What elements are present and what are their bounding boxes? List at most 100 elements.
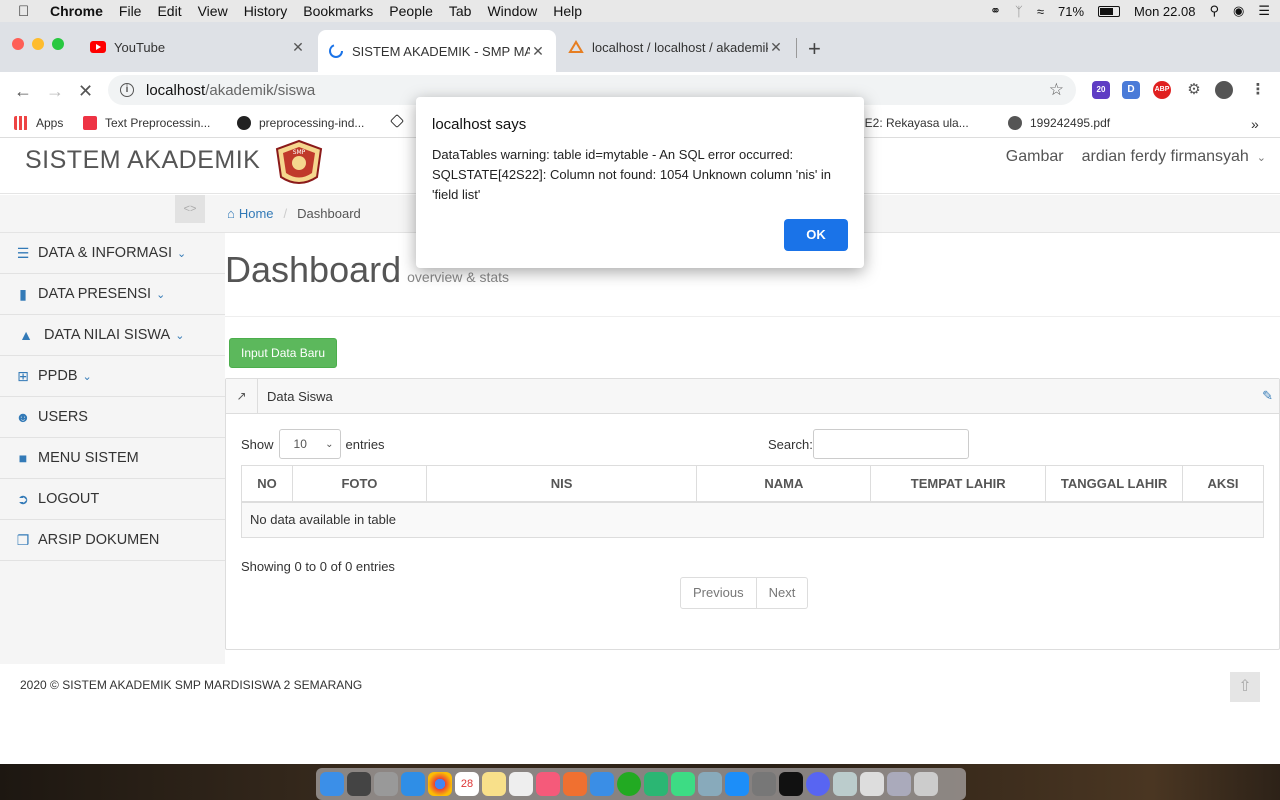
siri-icon[interactable]: ◉ (1233, 3, 1244, 19)
menu-edit[interactable]: Edit (157, 3, 181, 19)
alert-ok-button[interactable]: OK (784, 219, 848, 251)
menu-bookmarks[interactable]: Bookmarks (303, 3, 373, 19)
column-header-aksi[interactable]: AKSI (1182, 465, 1264, 503)
search-input[interactable] (812, 429, 969, 459)
discord-icon[interactable] (806, 772, 830, 796)
app-store-icon[interactable] (725, 772, 749, 796)
user-menu[interactable]: Gambar ardian ferdy firmansyah ⌄ (1006, 148, 1266, 166)
swift-icon[interactable] (563, 772, 587, 796)
input-data-baru-button[interactable]: Input Data Baru (229, 338, 338, 368)
progress-ring-icon[interactable] (617, 772, 641, 796)
bookmark-apps[interactable]: Apps (14, 116, 63, 130)
sidebar-item-data-informasi[interactable]: ☰ DATA & INFORMASI ⌄ (0, 233, 225, 274)
sidebar-toggle-button[interactable]: <> (175, 195, 205, 223)
bookmark-overflow-hidden[interactable] (389, 113, 410, 129)
battery-icon[interactable] (1098, 5, 1121, 17)
column-header-nama[interactable]: NAMA (696, 465, 872, 503)
creative-cloud-icon[interactable]: ⚭ (990, 3, 1001, 19)
system-preferences-icon[interactable] (752, 772, 776, 796)
sidebar-item-data-nilai-siswa[interactable]: ▲ DATA NILAI SISWA ⌄ (0, 315, 225, 356)
chrome-dock-icon[interactable] (428, 772, 452, 796)
tab-sistem-akademik[interactable]: SISTEM AKADEMIK - SMP MARDISISWA 2 SEMAR… (318, 30, 556, 72)
sidebar-item-users[interactable]: ☻ USERS (0, 397, 225, 438)
preview-icon[interactable] (833, 772, 857, 796)
bookmark-star-icon[interactable]: ☆ (1049, 80, 1064, 100)
clock[interactable]: Mon 22.08 (1134, 4, 1195, 19)
sidebar-item-menu-sistem[interactable]: ■ MENU SISTEM (0, 438, 225, 479)
column-header-no[interactable]: NO (241, 465, 293, 503)
stop-loading-icon[interactable]: ✕ (78, 81, 93, 102)
profile-avatar-icon[interactable] (1215, 81, 1233, 99)
atom-icon[interactable] (644, 772, 668, 796)
column-header-tanggal-lahir[interactable]: TANGGAL LAHIR (1045, 465, 1183, 503)
extension-cap-icon[interactable]: 20 (1092, 81, 1110, 99)
reminders-icon[interactable] (509, 772, 533, 796)
bookmark-text-preprocessing[interactable]: Text Preprocessin... (83, 116, 210, 130)
notes-icon[interactable] (482, 772, 506, 796)
next-page-button[interactable]: Next (756, 577, 809, 609)
breadcrumb-home-link[interactable]: Home (239, 206, 274, 221)
maximize-window-icon[interactable] (52, 38, 64, 50)
bookmark-re2[interactable]: RE2: Rekayasa ula... (856, 116, 969, 130)
siri-dock-icon[interactable] (347, 772, 371, 796)
screen-sharing-icon[interactable] (887, 772, 911, 796)
safari-icon[interactable] (401, 772, 425, 796)
menu-file[interactable]: File (119, 3, 142, 19)
edit-icon[interactable]: ✎ (1262, 388, 1273, 404)
finder-icon[interactable] (320, 772, 344, 796)
previous-page-button[interactable]: Previous (680, 577, 757, 609)
expand-icon[interactable]: ↗ (226, 379, 258, 414)
site-brand[interactable]: SISTEM AKADEMIK (25, 146, 260, 175)
adblock-plus-icon[interactable]: ABP (1153, 81, 1171, 99)
menu-history[interactable]: History (244, 3, 288, 19)
column-header-nis[interactable]: NIS (425, 465, 698, 503)
sidebar-item-logout[interactable]: ➲ LOGOUT (0, 479, 225, 520)
bookmark-preprocessing-ind[interactable]: preprocessing-ind... (237, 116, 364, 130)
column-header-tempat-lahir[interactable]: TEMPAT LAHIR (870, 465, 1047, 503)
extensions-puzzle-icon[interactable]: ⚙ (1185, 81, 1203, 99)
sidebar-item-data-presensi[interactable]: ▮ DATA PRESENSI ⌄ (0, 274, 225, 315)
wifi-icon[interactable]: ≈ (1037, 4, 1044, 19)
sidebar-item-ppdb[interactable]: ⊞ PPDB ⌄ (0, 356, 225, 397)
android-studio-icon[interactable] (671, 772, 695, 796)
apple-icon[interactable]:  (18, 3, 40, 20)
menu-help[interactable]: Help (553, 3, 582, 19)
tab-phpmyadmin[interactable]: localhost / localhost / akademik ✕ (558, 30, 794, 64)
entries-length-select[interactable]: 10 ⌄ (278, 429, 341, 459)
terminal-icon[interactable] (779, 772, 803, 796)
back-arrow-icon[interactable]: ← (14, 81, 32, 102)
textedit-icon[interactable] (860, 772, 884, 796)
scroll-to-top-arrow-icon[interactable]: ⇧ (1230, 672, 1260, 702)
menu-view[interactable]: View (198, 3, 228, 19)
menu-tab[interactable]: Tab (449, 3, 472, 19)
tab-youtube[interactable]: YouTube ✕ (80, 30, 316, 64)
menu-window[interactable]: Window (487, 3, 537, 19)
menu-app-chrome[interactable]: Chrome (50, 3, 103, 19)
close-tab-icon[interactable]: ✕ (290, 39, 306, 56)
xcode-icon[interactable] (590, 772, 614, 796)
plus-square-icon: ⊞ (17, 367, 29, 384)
bluetooth-icon[interactable]: ᛉ (1015, 4, 1023, 19)
bookmarks-overflow-icon[interactable]: » (1251, 116, 1259, 132)
close-window-icon[interactable] (12, 38, 24, 50)
launchpad-icon[interactable] (374, 772, 398, 796)
menu-people[interactable]: People (389, 3, 433, 19)
music-icon[interactable] (536, 772, 560, 796)
bookmark-pdf[interactable]: 199242495.pdf (1008, 116, 1110, 130)
chrome-menu-icon[interactable]: ⋮ (1249, 81, 1267, 99)
sidebar-item-arsip-dokumen[interactable]: ❐ ARSIP DOKUMEN (0, 520, 225, 561)
forward-arrow-icon[interactable]: → (46, 81, 64, 102)
calendar-icon[interactable]: 28 (455, 772, 479, 796)
new-tab-icon[interactable]: + (808, 36, 821, 62)
column-header-foto[interactable]: FOTO (291, 465, 427, 503)
site-info-icon[interactable]: i (120, 83, 134, 97)
spotlight-icon[interactable]: ⚲ (1209, 3, 1219, 19)
close-tab-icon[interactable]: ✕ (530, 43, 546, 60)
entries-label: entries (345, 436, 385, 452)
notification-center-icon[interactable]: ☰ (1258, 3, 1270, 19)
extension-d-icon[interactable]: D (1122, 81, 1140, 99)
trash-icon[interactable] (914, 772, 938, 796)
virtualbox-icon[interactable] (698, 772, 722, 796)
minimize-window-icon[interactable] (32, 38, 44, 50)
close-tab-icon[interactable]: ✕ (768, 39, 784, 56)
